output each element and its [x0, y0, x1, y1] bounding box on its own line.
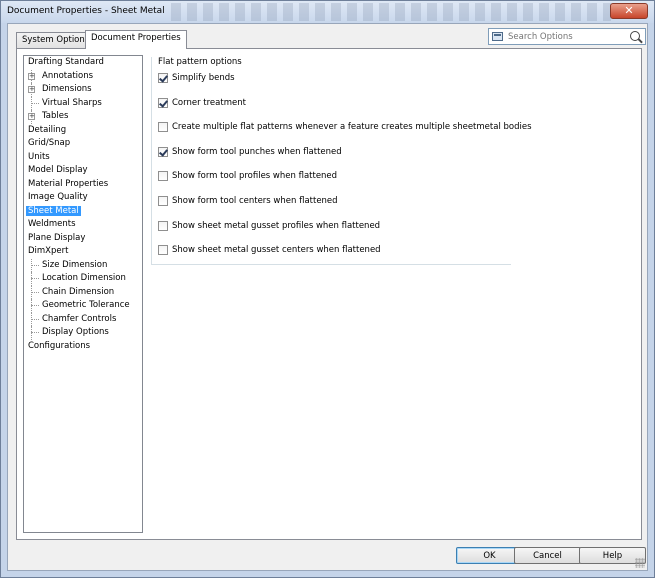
option-simplify-bends[interactable]: Simplify bends — [158, 72, 235, 84]
tree-item-grid-snap[interactable]: Grid/Snap — [24, 137, 142, 151]
tree-item-plane-display[interactable]: Plane Display — [24, 232, 142, 246]
tree-item-annotations[interactable]: + Annotations — [24, 69, 142, 83]
option-label: Create multiple flat patterns whenever a… — [172, 122, 532, 132]
tree-connector — [31, 264, 39, 266]
tree-item-drafting-standard[interactable]: Drafting Standard — [24, 56, 142, 70]
tree-item-model-display[interactable]: Model Display — [24, 164, 142, 178]
tree-item-image-quality[interactable]: Image Quality — [24, 191, 142, 205]
option-corner-treatment[interactable]: Corner treatment — [158, 97, 246, 109]
tree-item-label: Sheet Metal — [26, 205, 81, 216]
expand-icon[interactable]: + — [28, 72, 35, 80]
option-show-form-tool-punches-when-flattened[interactable]: Show form tool punches when flattened — [158, 146, 342, 158]
checkbox[interactable] — [158, 195, 168, 206]
tree-item-label: Annotations — [42, 70, 94, 81]
search-icon[interactable] — [630, 31, 640, 41]
tree-item-label: Chamfer Controls — [42, 313, 117, 324]
tab-system-options[interactable]: System Options — [16, 32, 96, 48]
option-show-sheet-metal-gusset-profiles-when-fl[interactable]: Show sheet metal gusset profiles when fl… — [158, 220, 380, 232]
title-bar[interactable]: Document Properties - Sheet Metal ✕ — [1, 1, 654, 23]
tree-item-detailing[interactable]: Detailing — [24, 124, 142, 138]
option-show-form-tool-centers-when-flattened[interactable]: Show form tool centers when flattened — [158, 195, 338, 207]
flat-pattern-options-group: Flat pattern options Simplify bends Corne… — [151, 57, 532, 265]
tree-item-units[interactable]: Units — [24, 151, 142, 165]
window-title: Document Properties - Sheet Metal — [7, 6, 165, 16]
tree-item-label: Units — [28, 151, 50, 162]
document-properties-panel: Drafting Standard + Annotations + Dimensions… — [16, 48, 642, 540]
tree-item-display-options[interactable]: Display Options — [24, 326, 142, 340]
search-options-box[interactable] — [488, 28, 646, 45]
expand-icon[interactable]: + — [28, 113, 35, 120]
tree-connector — [31, 305, 39, 306]
checkbox[interactable] — [158, 170, 168, 181]
tree-item-label: Model Display — [28, 165, 88, 175]
tree-item-sheet-metal[interactable]: Sheet Metal — [24, 205, 142, 219]
checkbox[interactable] — [158, 72, 168, 83]
expand-icon[interactable]: + — [28, 86, 35, 93]
tree-item-tables[interactable]: + Tables — [24, 110, 142, 124]
tree-item-location-dimension[interactable]: Location Dimension — [24, 272, 142, 286]
close-button[interactable]: ✕ — [610, 3, 648, 19]
checkbox[interactable] — [158, 146, 168, 157]
document-properties-window: Document Properties - Sheet Metal ✕ Syst… — [0, 0, 655, 578]
tree-connector — [31, 318, 39, 320]
option-label: Show form tool profiles when flattened — [172, 171, 338, 181]
tree-item-size-dimension[interactable]: Size Dimension — [24, 258, 142, 272]
tree-item-label: Virtual Sharps — [42, 97, 102, 108]
cancel-button[interactable]: Cancel — [514, 547, 581, 564]
tree-item-chain-dimension[interactable]: Chain Dimension — [24, 285, 142, 299]
checkbox[interactable] — [158, 220, 168, 231]
tree-item-label: Tables — [42, 111, 69, 121]
checkbox[interactable] — [158, 97, 168, 108]
tree-item-label: Configurations — [28, 340, 91, 351]
search-scope-icon — [492, 32, 503, 41]
tree-item-label: Detailing — [28, 124, 67, 135]
tree-item-label: Image Quality — [28, 192, 88, 202]
checkbox[interactable] — [158, 121, 168, 132]
tree-item-label: Drafting Standard — [28, 57, 104, 67]
dialog-client-area: System Options Document Properties Draft… — [7, 23, 648, 571]
tree-connector — [31, 278, 39, 279]
tree-item-label: Display Options — [42, 327, 109, 337]
tree-item-label: Grid/Snap — [28, 138, 71, 148]
tree-item-label: Weldments — [28, 219, 76, 229]
option-show-form-tool-profiles-when-flattened[interactable]: Show form tool profiles when flattened — [158, 170, 337, 182]
tree-item-label: Geometric Tolerance — [42, 300, 130, 310]
tree-item-virtual-sharps[interactable]: Virtual Sharps — [24, 96, 142, 110]
option-label: Corner treatment — [172, 98, 246, 108]
tree-item-label: Material Properties — [28, 178, 109, 189]
tree-item-chamfer-controls[interactable]: Chamfer Controls — [24, 312, 142, 326]
tree-item-geometric-tolerance[interactable]: Geometric Tolerance — [24, 299, 142, 313]
tree-item-label: Dimensions — [42, 84, 92, 94]
tree-item-dimxpert[interactable]: DimXpert — [24, 245, 142, 259]
tree-item-weldments[interactable]: Weldments — [24, 218, 142, 232]
tree-connector — [31, 291, 39, 293]
tab-document-properties[interactable]: Document Properties — [85, 30, 187, 49]
tree-item-label: DimXpert — [28, 246, 69, 256]
option-show-sheet-metal-gusset-centers-when-fla[interactable]: Show sheet metal gusset centers when fla… — [158, 244, 381, 256]
ok-button[interactable]: OK — [456, 547, 523, 564]
tree-item-label: Location Dimension — [42, 273, 126, 283]
tree-item-label: Plane Display — [28, 232, 86, 243]
option-label: Simplify bends — [172, 73, 235, 83]
tree-item-material-properties[interactable]: Material Properties — [24, 178, 142, 192]
resize-grip[interactable] — [635, 558, 645, 568]
option-create-multiple-flat-patterns-whenever-a[interactable]: Create multiple flat patterns whenever a… — [158, 121, 532, 133]
tree-connector — [31, 102, 39, 104]
option-label: Show form tool punches when flattened — [172, 147, 342, 157]
tree-item-dimensions[interactable]: + Dimensions — [24, 83, 142, 97]
tree-item-configurations[interactable]: Configurations — [24, 340, 142, 354]
tree-item-label: Size Dimension — [42, 259, 108, 270]
option-label: Show sheet metal gusset centers when fla… — [172, 245, 381, 255]
tree-connector — [31, 332, 39, 333]
checkbox[interactable] — [158, 244, 168, 255]
tree-item-label: Chain Dimension — [42, 286, 115, 297]
option-label: Show form tool centers when flattened — [172, 196, 338, 206]
close-icon: ✕ — [624, 4, 634, 17]
group-title: Flat pattern options — [158, 57, 242, 67]
option-label: Show sheet metal gusset profiles when fl… — [172, 221, 381, 231]
background-toolbar-ghost — [171, 3, 611, 21]
search-input[interactable] — [506, 30, 626, 43]
options-tree[interactable]: Drafting Standard + Annotations + Dimensions… — [23, 55, 143, 533]
